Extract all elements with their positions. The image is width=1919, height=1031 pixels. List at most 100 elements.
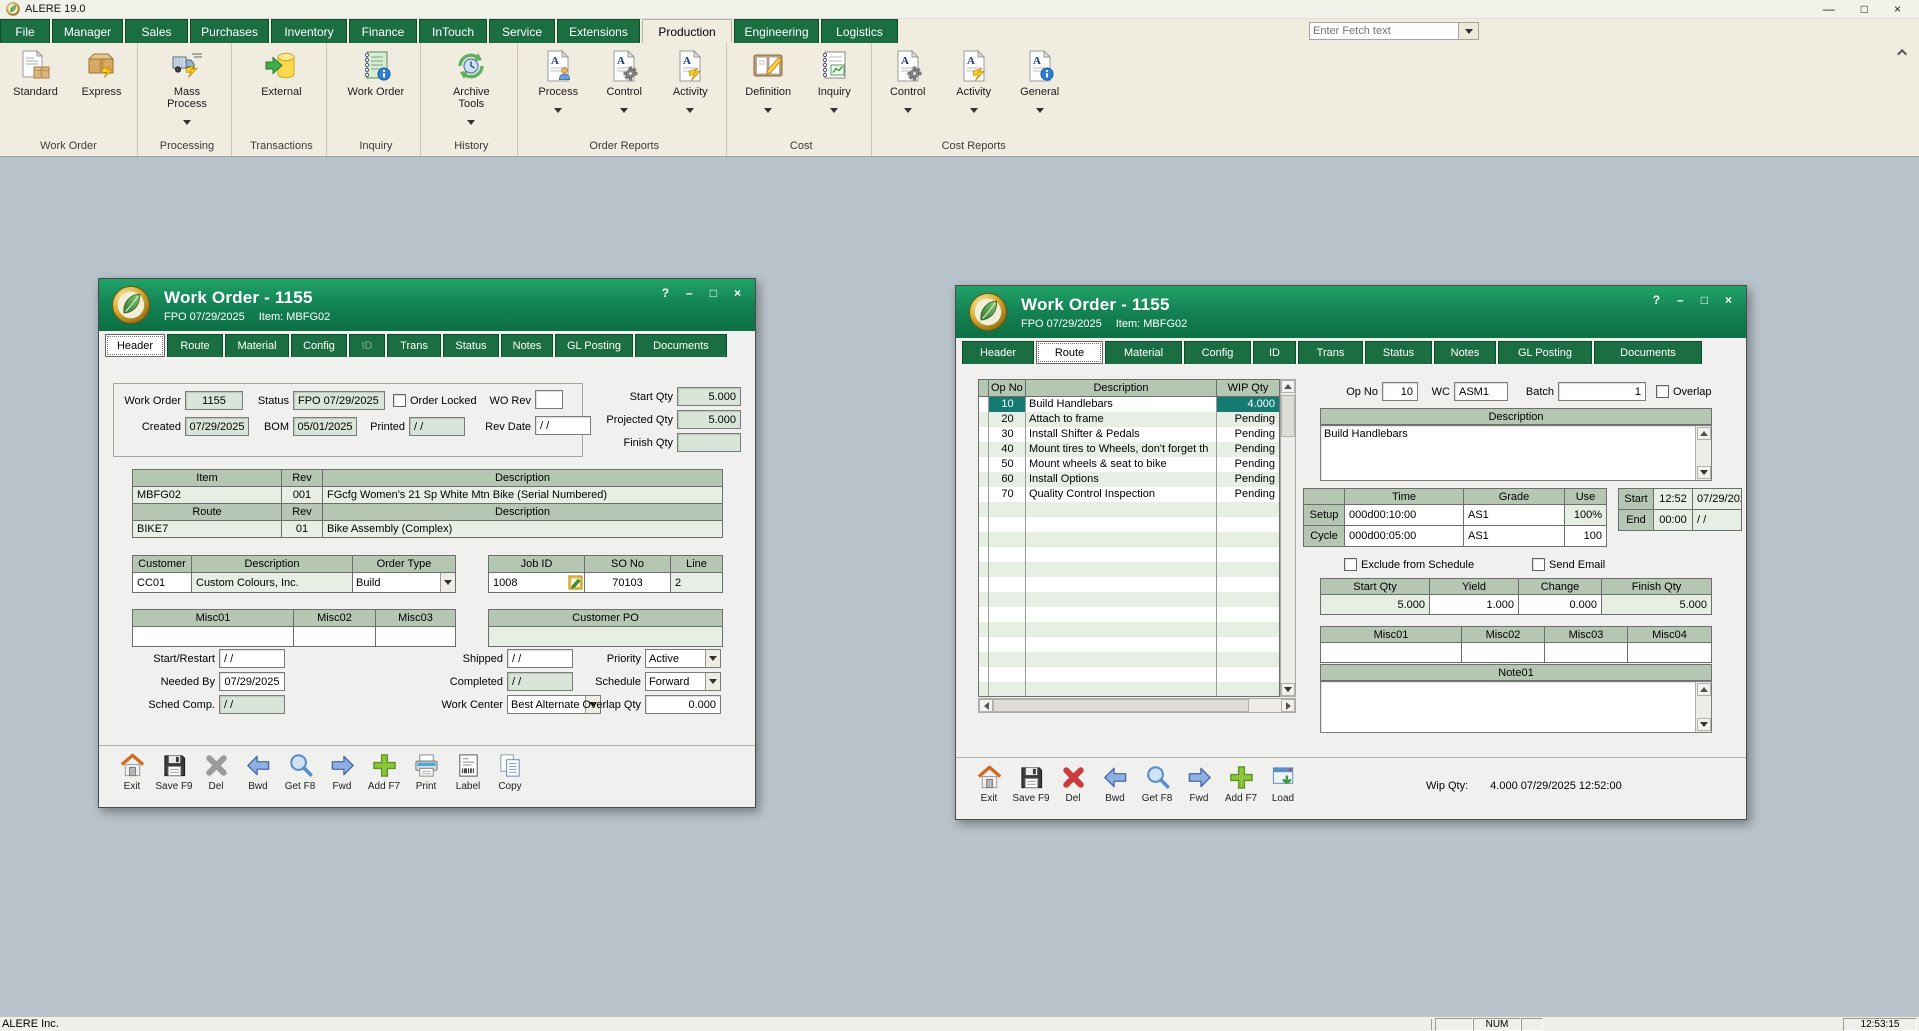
description-textarea[interactable]: Build Handlebars xyxy=(1320,425,1712,481)
misc01-field[interactable] xyxy=(1321,643,1461,662)
tab-header[interactable]: Header xyxy=(105,334,165,357)
tab-trans[interactable]: Trans xyxy=(387,334,441,357)
setup-use-cell[interactable]: 100% xyxy=(1565,505,1606,525)
tab-trans[interactable]: Trans xyxy=(1298,341,1363,364)
help-button[interactable]: ? xyxy=(662,286,669,300)
start-qty-field[interactable]: 5.000 xyxy=(677,387,741,406)
finish-qty-cell[interactable]: 5.000 xyxy=(1602,595,1711,614)
get-button[interactable]: Get F8 xyxy=(281,752,319,792)
menu-tab-finance[interactable]: Finance xyxy=(349,19,417,43)
scroll-right-button[interactable] xyxy=(1281,699,1295,712)
item-cell[interactable]: MBFG02 xyxy=(133,487,281,503)
ribbon-button-control-cost[interactable]: Control xyxy=(877,49,939,118)
setup-time-field[interactable]: 000d00:10:00 xyxy=(1345,505,1463,525)
load-button[interactable]: Load xyxy=(1264,764,1302,804)
menu-tab-sales[interactable]: Sales xyxy=(125,19,188,43)
edit-job-icon[interactable] xyxy=(568,575,583,590)
wc-field[interactable]: ASM1 xyxy=(1454,382,1508,401)
operation-row[interactable]: 60 Install Options Pending xyxy=(979,472,1279,487)
tab-config[interactable]: Config xyxy=(291,334,347,357)
ribbon-button-activity-cost[interactable]: Activity xyxy=(943,49,1005,118)
start-date-cell[interactable]: 07/29/2025 xyxy=(1693,489,1741,509)
tab-gl-posting[interactable]: GL Posting xyxy=(555,334,633,357)
cycle-time-field[interactable]: 000d00:05:00 xyxy=(1345,526,1463,546)
chevron-down-icon[interactable] xyxy=(705,673,720,690)
operation-row[interactable]: 20 Attach to frame Pending xyxy=(979,412,1279,427)
operation-row[interactable]: 50 Mount wheels & seat to bike Pending xyxy=(979,457,1279,472)
minimize-button[interactable]: – xyxy=(686,286,693,300)
misc02-field[interactable] xyxy=(1462,643,1544,662)
item-rev-cell[interactable]: 001 xyxy=(282,487,322,503)
ribbon-button-mass-process[interactable]: Mass Process xyxy=(156,49,218,130)
app-minimize-button[interactable]: — xyxy=(1823,2,1835,17)
ribbon-button-inquiry[interactable]: Inquiry xyxy=(803,49,865,118)
tab-documents[interactable]: Documents xyxy=(1594,341,1702,364)
scrollbar-thumb[interactable] xyxy=(1281,395,1295,437)
yield-field[interactable]: 1.000 xyxy=(1430,595,1518,614)
cycle-use-field[interactable]: 100 xyxy=(1565,526,1606,546)
sched-comp-field[interactable]: / / xyxy=(219,695,285,714)
fetch-input[interactable] xyxy=(1309,22,1459,40)
note-textarea[interactable] xyxy=(1320,681,1712,733)
ribbon-button-standard[interactable]: Standard xyxy=(5,49,67,98)
scroll-down-button[interactable] xyxy=(1281,683,1295,696)
tab-route[interactable]: Route xyxy=(1036,341,1103,364)
exit-button[interactable]: Exit xyxy=(970,764,1008,804)
tab-id[interactable]: ID xyxy=(1253,341,1296,364)
textarea-scrollbar[interactable] xyxy=(1695,426,1711,480)
app-maximize-button[interactable]: □ xyxy=(1861,2,1868,17)
ribbon-button-control[interactable]: Control xyxy=(593,49,655,118)
send-email-checkbox[interactable] xyxy=(1532,558,1545,571)
line-cell[interactable]: 2 xyxy=(671,573,722,592)
start-time-cell[interactable]: 12:52 xyxy=(1654,489,1692,509)
textarea-scrollbar[interactable] xyxy=(1695,682,1711,732)
misc02-field[interactable] xyxy=(294,627,375,646)
tab-material[interactable]: Material xyxy=(1105,341,1182,364)
tab-route[interactable]: Route xyxy=(167,334,223,357)
fetch-dropdown-button[interactable] xyxy=(1459,22,1479,40)
scroll-up-button[interactable] xyxy=(1697,427,1711,440)
order-locked-checkbox[interactable] xyxy=(393,394,406,407)
tab-material[interactable]: Material xyxy=(225,334,289,357)
ribbon-button-definition[interactable]: Definition xyxy=(737,49,799,118)
operation-row[interactable]: 40 Mount tires to Wheels, don't forget t… xyxy=(979,442,1279,457)
exclude-from-schedule-checkbox[interactable] xyxy=(1344,558,1357,571)
maximize-button[interactable]: □ xyxy=(1701,293,1708,307)
misc01-field[interactable] xyxy=(133,627,293,646)
menu-tab-purchases[interactable]: Purchases xyxy=(190,19,269,43)
close-button[interactable]: × xyxy=(734,286,741,300)
tab-config[interactable]: Config xyxy=(1184,341,1251,364)
menu-tab-engineering[interactable]: Engineering xyxy=(734,19,819,43)
chevron-down-icon[interactable] xyxy=(440,573,455,592)
exit-button[interactable]: Exit xyxy=(113,752,151,792)
tab-notes[interactable]: Notes xyxy=(1434,341,1496,364)
route-rev-cell[interactable]: 01 xyxy=(282,521,322,537)
end-time-cell[interactable]: 00:00 xyxy=(1654,510,1692,530)
created-field[interactable]: 07/29/2025 xyxy=(185,417,249,436)
menu-tab-production[interactable]: Production xyxy=(642,19,732,43)
collapse-ribbon-button[interactable] xyxy=(1895,45,1911,59)
item-description-cell[interactable]: FGcfg Women's 21 Sp White Mtn Bike (Seri… xyxy=(323,487,722,503)
priority-dropdown[interactable]: Active xyxy=(645,649,721,668)
window-titlebar[interactable]: Work Order - 1155 FPO 07/29/2025 Item: M… xyxy=(956,286,1746,338)
work-order-field[interactable]: 1155 xyxy=(185,391,243,410)
tab-header[interactable]: Header xyxy=(962,341,1034,364)
menu-tab-service[interactable]: Service xyxy=(489,19,555,43)
ribbon-button-work-order-inquiry[interactable]: Work Order xyxy=(345,49,407,98)
tab-status[interactable]: Status xyxy=(443,334,499,357)
operation-row[interactable]: 30 Install Shifter & Pedals Pending xyxy=(979,427,1279,442)
save-button[interactable]: Save F9 xyxy=(155,752,193,792)
printed-field[interactable]: / / xyxy=(409,417,465,436)
menu-tab-logistics[interactable]: Logistics xyxy=(821,19,898,43)
setup-grade-field[interactable]: AS1 xyxy=(1464,505,1564,525)
tab-notes[interactable]: Notes xyxy=(501,334,553,357)
overlap-checkbox[interactable] xyxy=(1656,385,1669,398)
backward-button[interactable]: Bwd xyxy=(1096,764,1134,804)
finish-qty-field[interactable] xyxy=(677,433,741,452)
op-no-field[interactable]: 10 xyxy=(1382,382,1418,401)
add-button[interactable]: Add F7 xyxy=(1222,764,1260,804)
schedule-dropdown[interactable]: Forward xyxy=(645,672,721,691)
start-restart-field[interactable]: / / xyxy=(219,649,285,668)
overlap-qty-field[interactable]: 0.000 xyxy=(645,695,721,714)
customer-po-field[interactable] xyxy=(489,627,722,646)
